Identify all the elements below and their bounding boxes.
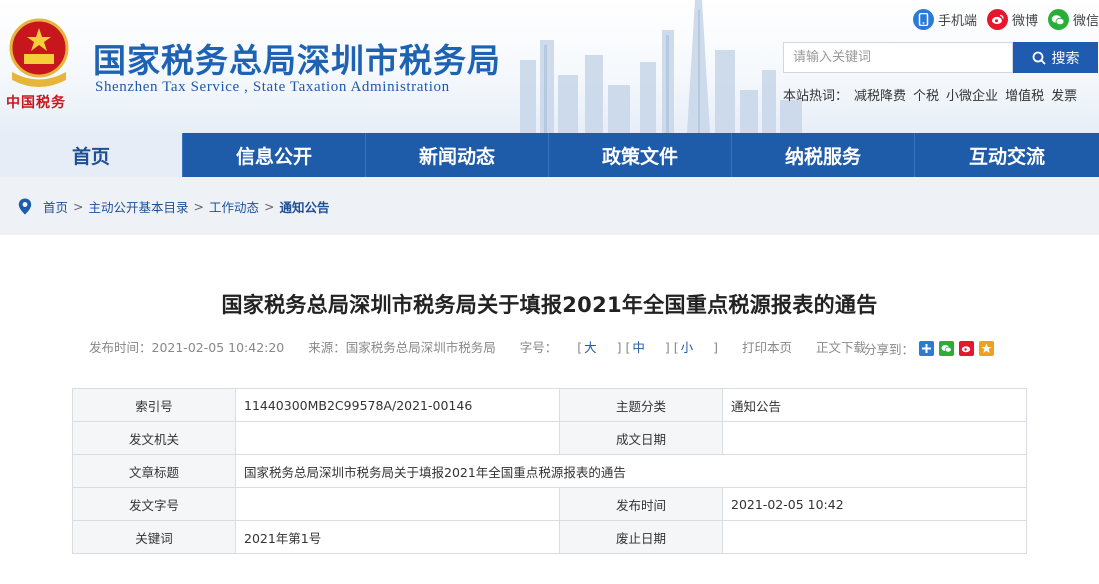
nav-item-tax-service[interactable]: 纳税服务 (732, 133, 915, 177)
breadcrumb-separator: > (264, 199, 275, 214)
table-value (235, 487, 560, 521)
mobile-link-label: 手机端 (937, 14, 977, 29)
breadcrumb-work-news[interactable]: 工作动态 (209, 197, 259, 216)
weibo-share-icon[interactable] (959, 341, 975, 356)
table-label: 成文日期 (559, 421, 723, 455)
table-label: 发文机关 (72, 421, 236, 455)
article-title: 国家税务总局深圳市税务局关于填报2021年全国重点税源报表的通告 (221, 293, 878, 317)
table-label: 发文字号 (72, 487, 236, 521)
table-value (722, 520, 1027, 554)
weibo-link[interactable]: 微博 (986, 9, 1038, 30)
qzone-icon[interactable] (919, 341, 935, 356)
font-size-large-button[interactable]: 大 (584, 340, 597, 355)
national-emblem-icon (9, 18, 69, 87)
table-row: 发文机关 成文日期 (72, 421, 1027, 455)
nav-item-home[interactable]: 首页 (0, 133, 183, 177)
table-value: 11440300MB2C99578A/2021-00146 (235, 388, 560, 422)
nav-item-info-disclosure[interactable]: 信息公开 (183, 133, 366, 177)
wechat-icon (1047, 9, 1069, 30)
wechat-link-label: 微信 (1072, 14, 1099, 29)
site-header: 中国税务 国家税务总局深圳市税务局 Shenzhen Tax Service ,… (0, 0, 1099, 133)
table-label: 关键词 (72, 520, 236, 554)
hot-words-label: 本站热词： (783, 89, 849, 104)
table-value: 2021-02-05 10:42 (722, 487, 1027, 521)
publish-time: 发布时间：2021-02-05 10:42:20 (89, 340, 285, 355)
site-subtitle: Shenzhen Tax Service , State Taxation Ad… (95, 79, 450, 95)
table-value (722, 421, 1027, 455)
search-button-label: 搜索 (1051, 50, 1080, 67)
table-row: 发文字号 发布时间 2021-02-05 10:42 (72, 487, 1027, 521)
search-input[interactable] (783, 42, 1013, 73)
share-label: 分享到： (864, 342, 915, 357)
table-row: 索引号 11440300MB2C99578A/2021-00146 主题分类 通… (72, 388, 1027, 422)
city-skyline-graphic (520, 0, 802, 133)
hot-word[interactable]: 小微企业 (946, 85, 998, 104)
top-links: 手机端 微博 微信 (912, 9, 1099, 30)
table-label: 主题分类 (559, 388, 723, 422)
site-title[interactable]: 国家税务总局深圳市税务局 (93, 34, 501, 82)
table-label: 文章标题 (72, 454, 236, 488)
table-value: 国家税务总局深圳市税务局关于填报2021年全国重点税源报表的通告 (235, 454, 1027, 488)
table-row: 关键词 2021年第1号 废止日期 (72, 520, 1027, 554)
breadcrumb: 首页 > 主动公开基本目录 > 工作动态 > 通知公告 (18, 197, 330, 216)
info-table: 索引号 11440300MB2C99578A/2021-00146 主题分类 通… (72, 388, 1027, 554)
table-label: 索引号 (72, 388, 236, 422)
breadcrumb-separator: > (73, 199, 84, 214)
star-icon[interactable] (979, 341, 995, 356)
font-size-medium-button[interactable]: 中 (632, 340, 645, 355)
table-value (235, 421, 560, 455)
nav-item-interaction[interactable]: 互动交流 (915, 133, 1099, 177)
breadcrumb-current[interactable]: 通知公告 (280, 197, 330, 216)
table-label: 废止日期 (559, 520, 723, 554)
hot-words: 本站热词： 减税降费 个税 小微企业 增值税 发票 (783, 85, 1077, 104)
main-nav: 首页 信息公开 新闻动态 政策文件 纳税服务 互动交流 (0, 133, 1099, 177)
font-size-label: 字号： (519, 340, 558, 355)
search-icon (1032, 51, 1046, 65)
hot-word[interactable]: 增值税 (1005, 85, 1044, 104)
emblem-text: 中国税务 (6, 95, 66, 111)
font-size-control: 字号：[大] [中] [小] (519, 340, 719, 355)
article-meta: 发布时间：2021-02-05 10:42:20 来源：国家税务总局深圳市税务局… (89, 337, 886, 356)
nav-item-policy[interactable]: 政策文件 (549, 133, 732, 177)
hot-word[interactable]: 发票 (1051, 85, 1077, 104)
breadcrumb-separator: > (193, 199, 204, 214)
wechat-share-icon[interactable] (939, 341, 955, 356)
table-value: 通知公告 (722, 388, 1027, 422)
weibo-icon (986, 9, 1008, 30)
table-value: 2021年第1号 (235, 520, 560, 554)
print-button[interactable]: 打印本页 (742, 340, 792, 355)
table-label: 发布时间 (559, 487, 723, 521)
nav-item-news[interactable]: 新闻动态 (366, 133, 549, 177)
download-button[interactable]: 正文下载 (816, 340, 866, 355)
mobile-icon (912, 9, 934, 30)
hot-word[interactable]: 个税 (913, 85, 939, 104)
article-source: 来源：国家税务总局深圳市税务局 (308, 340, 496, 355)
breadcrumb-home[interactable]: 首页 (43, 197, 68, 216)
share-bar: 分享到： (864, 339, 995, 358)
weibo-link-label: 微博 (1011, 14, 1038, 29)
hot-word[interactable]: 减税降费 (854, 85, 906, 104)
article-content: 国家税务总局深圳市税务局关于填报2021年全国重点税源报表的通告 发布时间：20… (0, 235, 1099, 584)
search-button[interactable]: 搜索 (1013, 42, 1098, 73)
location-pin-icon (18, 198, 32, 215)
mobile-link[interactable]: 手机端 (912, 9, 977, 30)
breadcrumb-directory[interactable]: 主动公开基本目录 (89, 197, 189, 216)
wechat-link[interactable]: 微信 (1047, 9, 1099, 30)
table-row: 文章标题 国家税务总局深圳市税务局关于填报2021年全国重点税源报表的通告 (72, 454, 1027, 488)
font-size-small-button[interactable]: 小 (681, 340, 694, 355)
